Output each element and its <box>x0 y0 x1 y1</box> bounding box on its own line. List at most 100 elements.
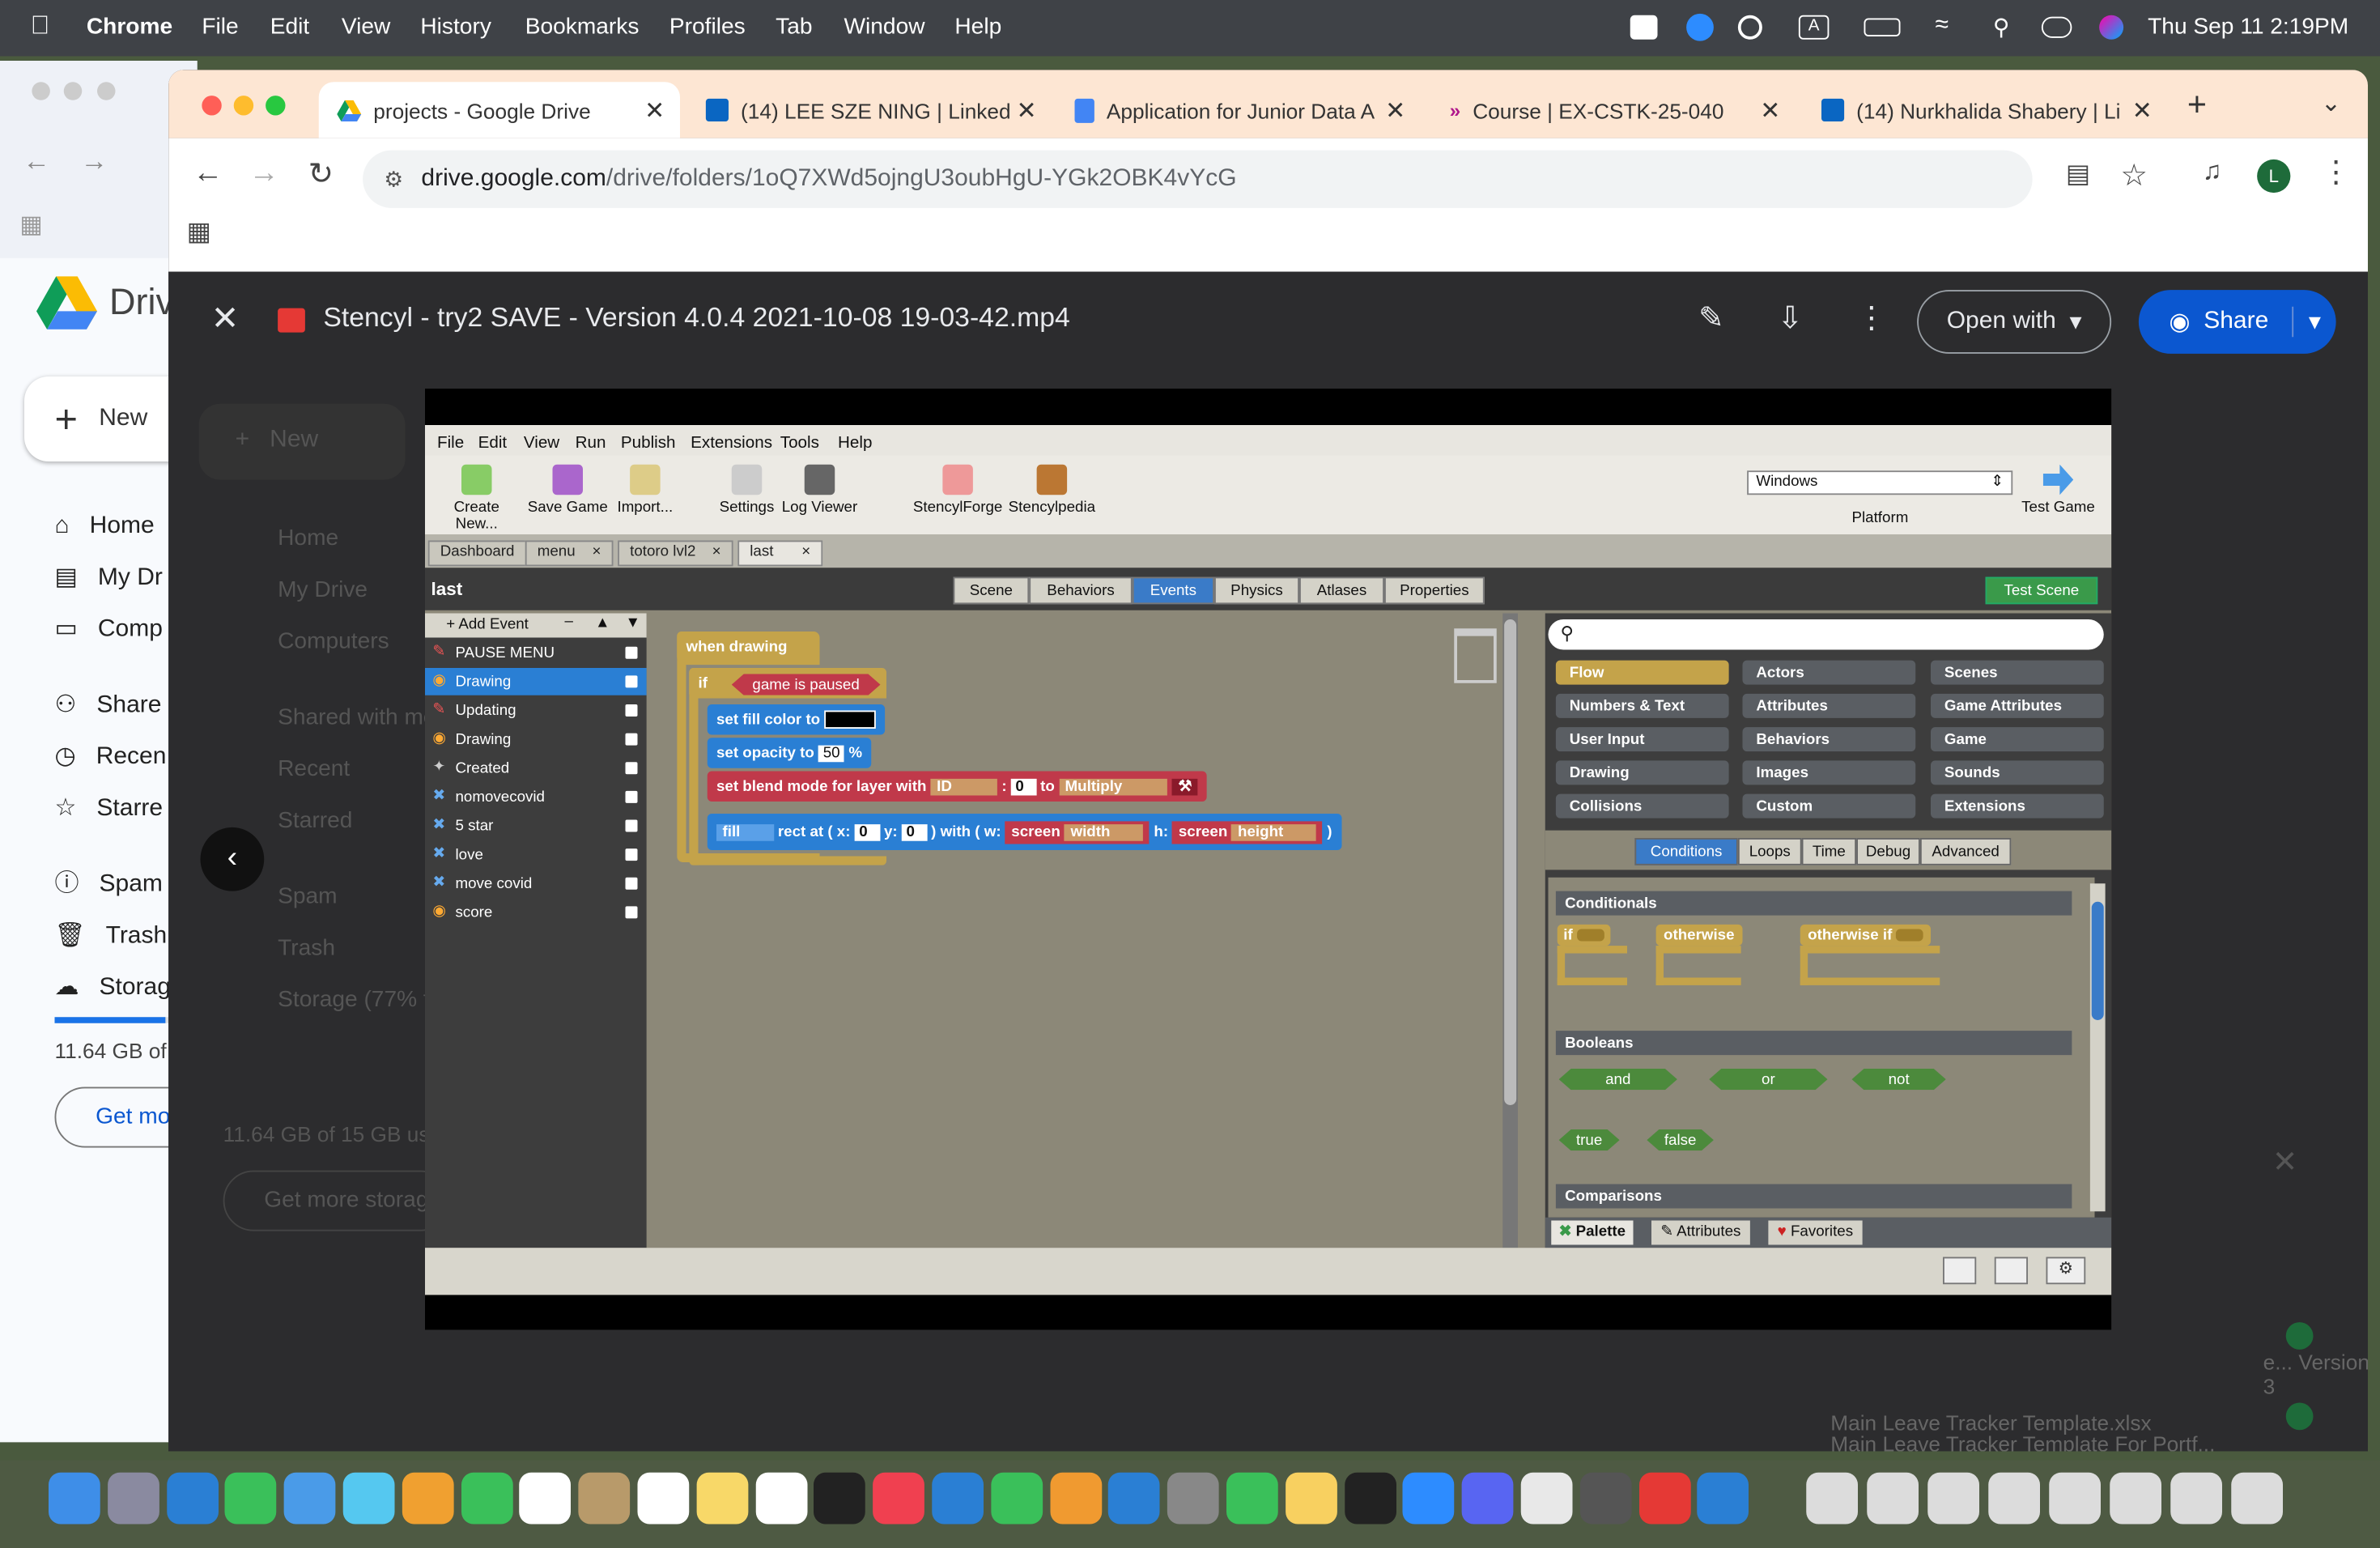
media-control-icon[interactable]: ♫ <box>2203 156 2222 187</box>
set-blend-mode-block[interactable]: set blend mode for layer with ID : 0 to … <box>707 771 1207 802</box>
tab-course[interactable]: » Course | EX-CSTK-25-040 ✕ <box>1431 82 1796 138</box>
menubar-bookmarks[interactable]: Bookmarks <box>525 14 640 40</box>
palette-tab[interactable]: ✖ Palette <box>1551 1220 1634 1245</box>
event-enabled-checkbox[interactable] <box>625 762 638 775</box>
fill-dropdown[interactable]: fill <box>716 823 774 840</box>
binoculars-icon[interactable] <box>1994 1257 2028 1285</box>
set-opacity-block[interactable]: set opacity to 50 % <box>707 738 872 768</box>
stencyl-menu-item[interactable]: Tools <box>780 434 819 453</box>
music-icon[interactable] <box>873 1472 925 1525</box>
site-info-icon[interactable]: ⚙ <box>384 166 403 192</box>
nav-storage[interactable]: ☁ Storag <box>55 963 171 1014</box>
event-item[interactable]: ◉ score <box>425 899 647 926</box>
event-enabled-checkbox[interactable] <box>625 819 638 832</box>
close-viewer-icon[interactable]: ✕ <box>211 299 240 338</box>
platform-select[interactable]: Windows ⇕ <box>1747 470 2013 495</box>
menubar-view[interactable]: View <box>342 14 390 40</box>
launchpad-icon[interactable] <box>107 1472 159 1525</box>
terminal-icon[interactable] <box>1344 1472 1396 1525</box>
menubar-tab[interactable]: Tab <box>776 14 812 40</box>
video-player[interactable]: File Edit View Run Publish Extensions To… <box>425 389 2112 1330</box>
previous-file-button[interactable]: ‹ <box>200 827 265 891</box>
tab-linkedin-2[interactable]: (14) Nurkhalida Shabery | Li ✕ <box>1804 82 2168 138</box>
close-tab-icon[interactable]: × <box>712 543 721 560</box>
event-item-selected[interactable]: ◉ Drawing <box>425 668 647 695</box>
favorites-tab[interactable]: ♥ Favorites <box>1768 1220 1863 1245</box>
palette-scroll-thumb[interactable] <box>2091 901 2104 1020</box>
event-item[interactable]: ✎ PAUSE MENU <box>425 639 647 666</box>
siri-icon[interactable] <box>2099 15 2124 40</box>
attributes-tab[interactable]: ✎ Attributes <box>1651 1220 1750 1245</box>
gear-icon[interactable]: ⚙ <box>2046 1257 2086 1285</box>
document-thumbnail-icon[interactable] <box>2049 1472 2101 1525</box>
add-comment-icon[interactable]: ✎ <box>1698 299 1723 337</box>
stencyl-menu-item[interactable]: Extensions <box>691 434 772 453</box>
palette-and-block[interactable]: and <box>1559 1069 1677 1090</box>
facetime-icon[interactable] <box>461 1472 512 1525</box>
messages-icon[interactable] <box>225 1472 277 1525</box>
notes-icon[interactable] <box>696 1472 748 1525</box>
battery-icon[interactable] <box>1864 18 1901 36</box>
reminders-icon[interactable] <box>637 1472 690 1525</box>
event-enabled-checkbox[interactable] <box>625 848 638 861</box>
document-thumbnail-icon[interactable] <box>1988 1472 2040 1525</box>
document-thumbnail-icon[interactable] <box>2170 1472 2222 1525</box>
block-canvas[interactable]: when drawing if game is paused set fill … <box>646 613 1518 1248</box>
mode-tab-properties[interactable]: Properties <box>1384 576 1485 605</box>
photos-icon[interactable] <box>402 1472 454 1525</box>
palette-otherwise-block[interactable]: otherwise <box>1655 924 1742 946</box>
color-swatch[interactable] <box>824 710 877 729</box>
stencyl-menu-item[interactable]: View <box>524 434 559 453</box>
nav-computers[interactable]: ▭ Comp <box>55 604 171 656</box>
console-icon[interactable] <box>1943 1257 1977 1285</box>
remove-event-icon[interactable]: – <box>565 614 573 631</box>
move-down-icon[interactable]: ▼ <box>626 615 641 632</box>
palette-otherwise-if-block[interactable]: otherwise if <box>1800 924 1932 946</box>
test-scene-button[interactable]: Test Scene <box>1985 576 2098 605</box>
canvas-scroll-thumb[interactable] <box>1504 619 1517 1105</box>
wrench-icon[interactable]: ⚒ <box>1171 777 1198 795</box>
tab-google-drive[interactable]: projects - Google Drive ✕ <box>318 82 680 138</box>
nav-starred[interactable]: ☆ Starre <box>55 784 171 836</box>
stencyl-menu-item[interactable]: File <box>437 434 464 453</box>
doc-tab[interactable]: Dashboard <box>427 540 527 567</box>
palette-false-block[interactable]: false <box>1647 1129 1714 1150</box>
document-thumbnail-icon[interactable] <box>2110 1472 2161 1525</box>
wifi-icon[interactable]: ≈ <box>1936 12 1949 40</box>
mode-tab-scene[interactable]: Scene <box>953 576 1030 605</box>
palette-search-input[interactable]: ⚲ <box>1548 619 2104 650</box>
doc-tab[interactable]: menu × <box>525 540 614 567</box>
subtab-loops[interactable]: Loops <box>1737 838 1802 865</box>
event-enabled-checkbox[interactable] <box>625 790 638 803</box>
mode-tab-behaviors[interactable]: Behaviors <box>1029 576 1133 605</box>
close-tab-icon[interactable]: × <box>593 543 601 560</box>
calculator-icon[interactable] <box>1579 1472 1632 1525</box>
event-enabled-checkbox[interactable] <box>625 877 638 890</box>
open-with-button[interactable]: Open with ▾ <box>1917 290 2112 354</box>
maps-icon[interactable] <box>342 1472 395 1525</box>
zoom-status-icon[interactable] <box>1686 13 1714 41</box>
move-up-icon[interactable]: ▲ <box>595 615 610 632</box>
palette-category-behaviors[interactable]: Behaviors <box>1742 727 1916 752</box>
input-source-icon[interactable]: A <box>1798 15 1830 40</box>
numbers-icon[interactable] <box>990 1472 1043 1525</box>
event-item[interactable]: ✦ Created <box>425 755 647 782</box>
minimize-window-button[interactable] <box>233 96 254 116</box>
add-event-button[interactable]: + Add Event <box>446 616 529 633</box>
menubar-profiles[interactable]: Profiles <box>669 14 746 40</box>
menubar-edit[interactable]: Edit <box>270 14 309 40</box>
profile-avatar[interactable]: L <box>2257 159 2291 194</box>
share-options-icon[interactable]: ▾ <box>2292 306 2321 338</box>
palette-or-block[interactable]: or <box>1709 1069 1827 1090</box>
close-tab-icon[interactable]: × <box>801 543 810 560</box>
play-status-icon[interactable] <box>1737 15 1762 40</box>
event-enabled-checkbox[interactable] <box>625 704 638 717</box>
download-icon[interactable]: ⇩ <box>1778 299 1803 337</box>
height-dropdown[interactable]: height <box>1231 823 1317 840</box>
spotlight-icon[interactable]: ⚲ <box>1993 14 2010 41</box>
event-item[interactable]: ✖ nomovecovid <box>425 784 647 811</box>
game-is-paused-block[interactable]: game is paused <box>732 674 881 695</box>
palette-category-images[interactable]: Images <box>1742 760 1916 785</box>
bookmark-star-icon[interactable]: ☆ <box>2120 156 2148 194</box>
nav-trash[interactable]: 🗑 Trash <box>55 911 171 963</box>
